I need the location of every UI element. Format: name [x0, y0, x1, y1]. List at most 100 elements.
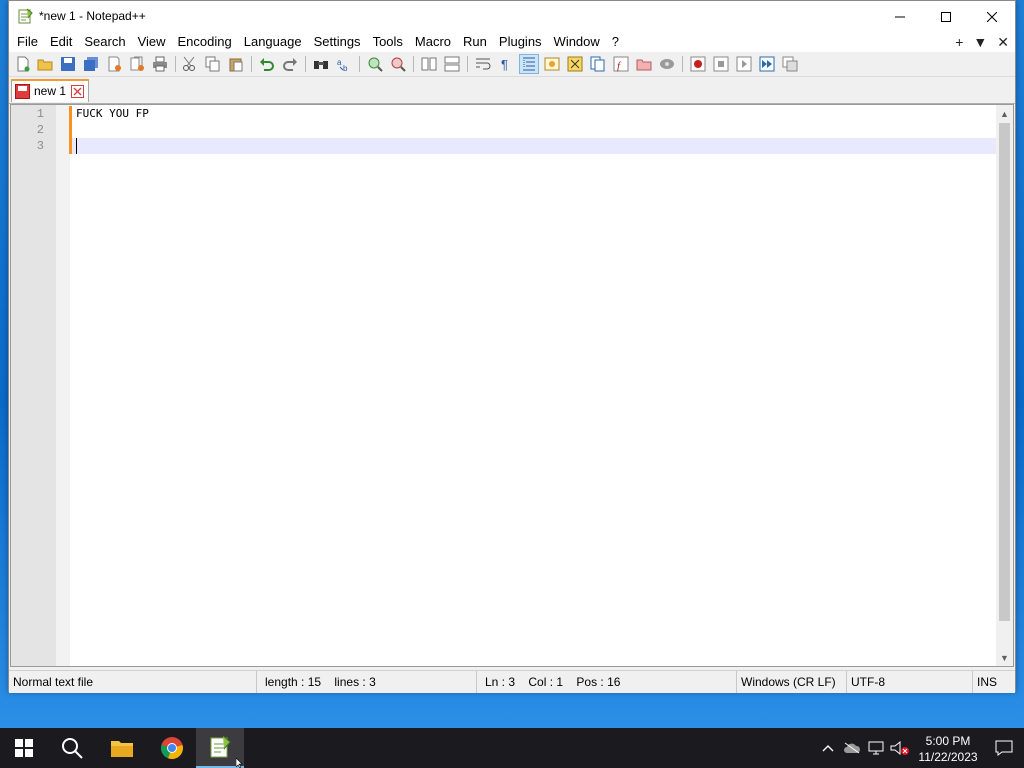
replace-button[interactable]: ab — [335, 55, 353, 73]
menu-macro[interactable]: Macro — [409, 32, 457, 52]
word-wrap-button[interactable] — [474, 55, 492, 73]
status-length-lines: length : 15 lines : 3 — [257, 671, 477, 693]
play-macro-button[interactable] — [735, 55, 753, 73]
status-position: Ln : 3 Col : 1 Pos : 16 — [477, 671, 737, 693]
sync-vertical-icon — [421, 57, 437, 71]
notepadpp-app-icon — [18, 8, 33, 24]
close-file-button[interactable] — [105, 55, 123, 73]
clock[interactable]: 5:00 PM 11/22/2023 — [912, 731, 984, 765]
clock-date: 11/22/2023 — [918, 750, 978, 764]
play-icon — [736, 56, 752, 72]
save-macro-button[interactable] — [781, 55, 799, 73]
scroll-down-arrow-icon[interactable]: ▼ — [996, 649, 1013, 666]
new-file-icon — [17, 56, 30, 72]
menu-edit[interactable]: Edit — [44, 32, 78, 52]
indent-guide-button[interactable] — [519, 54, 539, 74]
zoom-in-icon — [368, 57, 383, 72]
doc-list-button[interactable] — [589, 55, 607, 73]
status-insert-mode[interactable]: INS — [973, 671, 1015, 693]
stop-macro-button[interactable] — [712, 55, 730, 73]
save-all-button[interactable] — [82, 55, 100, 73]
menu-view[interactable]: View — [132, 32, 172, 52]
menu-settings[interactable]: Settings — [308, 32, 367, 52]
copy-button[interactable] — [204, 55, 222, 73]
menu-window[interactable]: Window — [548, 32, 606, 52]
toolbar: ab ¶ f — [9, 52, 1015, 77]
status-eol[interactable]: Windows (CR LF) — [737, 671, 847, 693]
toolbar-separator — [359, 56, 360, 72]
doc-map-button[interactable] — [566, 55, 584, 73]
close-tab-x-icon[interactable]: ✕ — [997, 34, 1009, 51]
redo-button[interactable] — [281, 55, 299, 73]
svg-text:b: b — [343, 64, 348, 72]
scrollbar-thumb[interactable] — [999, 123, 1010, 621]
action-center-button[interactable] — [984, 728, 1024, 768]
cut-button[interactable] — [181, 55, 199, 73]
fold-margin[interactable] — [56, 105, 70, 666]
notification-icon — [995, 740, 1013, 756]
volume-tray-button[interactable] — [888, 728, 912, 768]
code-line[interactable]: FUCK YOU FP — [76, 106, 149, 122]
menu-plugins[interactable]: Plugins — [493, 32, 548, 52]
network-icon — [868, 741, 884, 755]
title-bar[interactable]: *new 1 - Notepad++ — [9, 1, 1015, 32]
zoom-in-button[interactable] — [366, 55, 384, 73]
sync-vertical-button[interactable] — [420, 55, 438, 73]
menu-encoding[interactable]: Encoding — [172, 32, 238, 52]
open-file-button[interactable] — [36, 55, 54, 73]
new-tab-plus-icon[interactable]: + — [955, 34, 963, 50]
menu-language[interactable]: Language — [238, 32, 308, 52]
change-history-mark — [69, 122, 72, 138]
undo-button[interactable] — [258, 55, 276, 73]
save-button[interactable] — [59, 55, 77, 73]
folder-workspace-button[interactable] — [635, 55, 653, 73]
paste-button[interactable] — [227, 55, 245, 73]
menu-run[interactable]: Run — [457, 32, 493, 52]
system-tray: 5:00 PM 11/22/2023 — [816, 728, 1024, 768]
search-button[interactable] — [48, 728, 96, 768]
tab-new-1[interactable]: new 1 — [11, 79, 89, 102]
function-list-button[interactable]: f — [612, 55, 630, 73]
menu-tools[interactable]: Tools — [367, 32, 409, 52]
menu-file[interactable]: File — [11, 32, 44, 52]
menu-search[interactable]: Search — [78, 32, 131, 52]
sync-horizontal-icon — [444, 56, 460, 72]
start-button[interactable] — [0, 728, 48, 768]
menu-bar: File Edit Search View Encoding Language … — [9, 32, 1015, 52]
show-hidden-icons-button[interactable] — [816, 728, 840, 768]
chrome-button[interactable] — [148, 728, 196, 768]
new-file-button[interactable] — [14, 55, 32, 73]
printer-icon — [153, 56, 167, 72]
close-button[interactable] — [969, 1, 1015, 32]
record-macro-button[interactable] — [689, 55, 707, 73]
status-file-type: Normal text file — [9, 671, 257, 693]
language-define-button[interactable] — [543, 55, 561, 73]
minimize-button[interactable] — [877, 1, 923, 32]
sync-horizontal-button[interactable] — [443, 55, 461, 73]
cloud-offline-icon — [844, 742, 861, 754]
toolbar-separator — [413, 56, 414, 72]
run-macro-multiple-button[interactable] — [758, 55, 776, 73]
tab-list-dropdown-icon[interactable]: ▼ — [973, 34, 987, 50]
scroll-up-arrow-icon[interactable]: ▲ — [996, 105, 1013, 122]
network-tray-button[interactable] — [864, 728, 888, 768]
vertical-scrollbar[interactable]: ▲ ▼ — [996, 105, 1013, 666]
status-encoding[interactable]: UTF-8 — [847, 671, 973, 693]
close-all-button[interactable] — [128, 55, 146, 73]
status-ln: Ln : 3 — [485, 675, 516, 689]
zoom-out-button[interactable] — [389, 55, 407, 73]
menu-help[interactable]: ? — [606, 32, 625, 52]
print-button[interactable] — [151, 55, 169, 73]
fast-forward-icon — [759, 56, 775, 72]
text-editor[interactable]: 1 2 3 FUCK YOU FP ▲ ▼ — [10, 104, 1014, 667]
tab-close-icon[interactable] — [71, 85, 84, 98]
line-number: 3 — [36, 139, 44, 153]
status-pos: Pos : 16 — [576, 675, 621, 689]
folder-icon — [636, 59, 652, 71]
maximize-button[interactable] — [923, 1, 969, 32]
show-all-chars-button[interactable]: ¶ — [497, 55, 515, 73]
find-button[interactable] — [312, 55, 330, 73]
onedrive-tray-button[interactable] — [840, 728, 864, 768]
monitoring-button[interactable] — [658, 55, 676, 73]
file-explorer-button[interactable] — [98, 728, 146, 768]
